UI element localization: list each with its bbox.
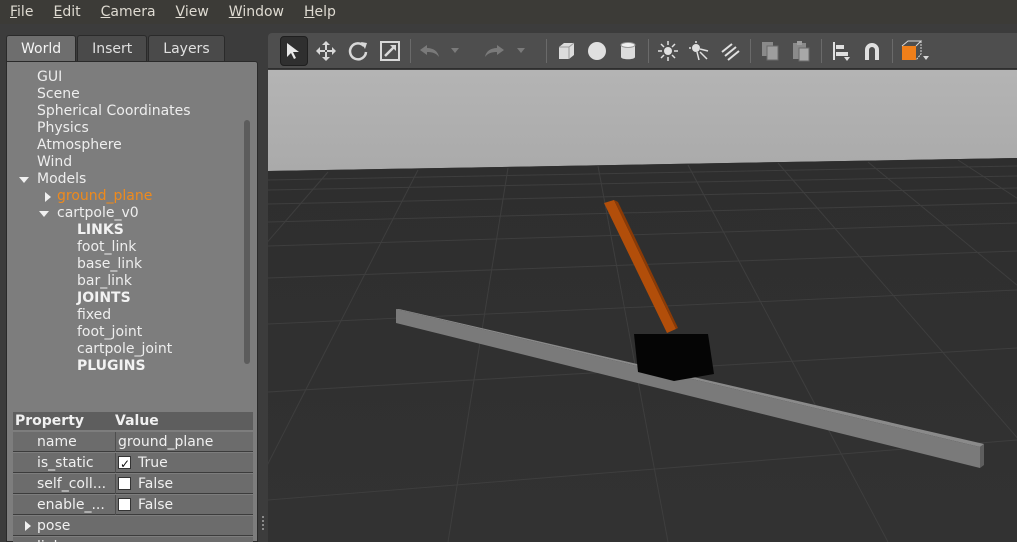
undo-dropdown-icon[interactable] xyxy=(448,36,462,66)
point-light-icon[interactable] xyxy=(654,36,682,66)
translate-icon[interactable] xyxy=(312,36,340,66)
sphere-icon[interactable] xyxy=(583,36,611,66)
rotate-icon[interactable] xyxy=(344,36,372,66)
scene-viewport[interactable] xyxy=(268,70,1017,542)
tab-layers[interactable]: Layers xyxy=(148,35,225,62)
tree-header-plugins: PLUGINS xyxy=(77,358,146,374)
tree-item-base-link[interactable]: base_link xyxy=(77,256,142,273)
tree-item-cartpole[interactable]: cartpole_v0 xyxy=(39,205,219,222)
tree-item-foot-joint[interactable]: foot_joint xyxy=(77,324,142,341)
redo-dropdown-icon[interactable] xyxy=(514,36,528,66)
snap-icon[interactable] xyxy=(858,36,886,66)
tree-item-foot-link[interactable]: foot_link xyxy=(77,239,136,256)
property-row-enable-wind[interactable]: enable_... False xyxy=(13,495,253,515)
menu-window[interactable]: Window xyxy=(219,0,294,24)
expanded-arrow-icon[interactable] xyxy=(19,177,29,183)
tree-item-physics[interactable]: Physics xyxy=(37,120,89,137)
tree-item-ground-plane[interactable]: ground_plane xyxy=(43,188,223,205)
toolbar xyxy=(268,33,1017,69)
cylinder-icon[interactable] xyxy=(614,36,642,66)
menu-view[interactable]: View xyxy=(166,0,219,24)
menu-edit[interactable]: Edit xyxy=(43,0,90,24)
cart-base-link xyxy=(634,334,714,381)
collapsed-arrow-icon[interactable] xyxy=(45,192,51,202)
tree-item-gui[interactable]: GUI xyxy=(37,69,62,86)
collapsed-arrow-icon[interactable] xyxy=(25,521,31,531)
is-static-checkbox[interactable] xyxy=(118,454,131,474)
menu-file[interactable]: File xyxy=(0,0,43,24)
value-column-header: Value xyxy=(115,413,159,429)
tree-item-cartpole-joint[interactable]: cartpole_joint xyxy=(77,341,172,358)
property-group-link[interactable]: link xyxy=(13,537,253,542)
tree-item-scene[interactable]: Scene xyxy=(37,86,80,103)
view-angle-icon[interactable] xyxy=(898,36,932,66)
menu-help[interactable]: Help xyxy=(294,0,346,24)
scene-render xyxy=(268,70,1017,542)
left-panel: World Insert Layers GUI Scene Spherical … xyxy=(6,30,258,542)
tree-header-joints: JOINTS xyxy=(77,290,131,306)
align-icon[interactable] xyxy=(827,36,855,66)
tab-bar: World Insert Layers xyxy=(6,35,226,62)
expanded-arrow-icon[interactable] xyxy=(39,211,49,217)
property-row-self-collide[interactable]: self_coll... False xyxy=(13,474,253,494)
tree-item-fixed[interactable]: fixed xyxy=(77,307,111,324)
world-tree: GUI Scene Spherical Coordinates Physics … xyxy=(7,66,243,408)
scale-icon[interactable] xyxy=(376,36,404,66)
property-column-header: Property xyxy=(15,413,85,429)
paste-icon[interactable] xyxy=(787,36,815,66)
property-header: Property Value xyxy=(13,412,253,430)
world-pane: GUI Scene Spherical Coordinates Physics … xyxy=(6,61,258,542)
menu-bar: File Edit Camera View Window Help xyxy=(0,0,1017,24)
property-row-is-static[interactable]: is_static True xyxy=(13,453,253,474)
undo-icon[interactable] xyxy=(416,36,444,66)
tree-item-wind[interactable]: Wind xyxy=(37,154,72,171)
tree-item-models[interactable]: Models xyxy=(19,171,219,188)
tree-item-bar-link[interactable]: bar_link xyxy=(77,273,132,290)
tree-header-links: LINKS xyxy=(77,222,124,238)
property-row-name[interactable]: name ground_plane xyxy=(13,432,253,452)
enable-wind-checkbox[interactable] xyxy=(118,498,131,511)
sky xyxy=(268,70,1017,171)
self-collide-checkbox[interactable] xyxy=(118,477,131,490)
menu-camera[interactable]: Camera xyxy=(91,0,166,24)
property-group-pose[interactable]: pose xyxy=(13,516,253,536)
redo-icon[interactable] xyxy=(480,36,508,66)
box-icon[interactable] xyxy=(552,36,580,66)
tab-world[interactable]: World xyxy=(6,35,77,62)
spot-light-icon[interactable] xyxy=(685,36,713,66)
tree-scrollbar[interactable] xyxy=(244,120,250,364)
copy-icon[interactable] xyxy=(756,36,784,66)
tree-item-atmosphere[interactable]: Atmosphere xyxy=(37,137,122,154)
tab-insert[interactable]: Insert xyxy=(77,35,148,62)
directional-light-icon[interactable] xyxy=(716,36,744,66)
select-arrow-icon[interactable] xyxy=(280,36,308,66)
splitter-grip[interactable] xyxy=(261,514,265,534)
tree-item-spherical-coordinates[interactable]: Spherical Coordinates xyxy=(37,103,191,120)
